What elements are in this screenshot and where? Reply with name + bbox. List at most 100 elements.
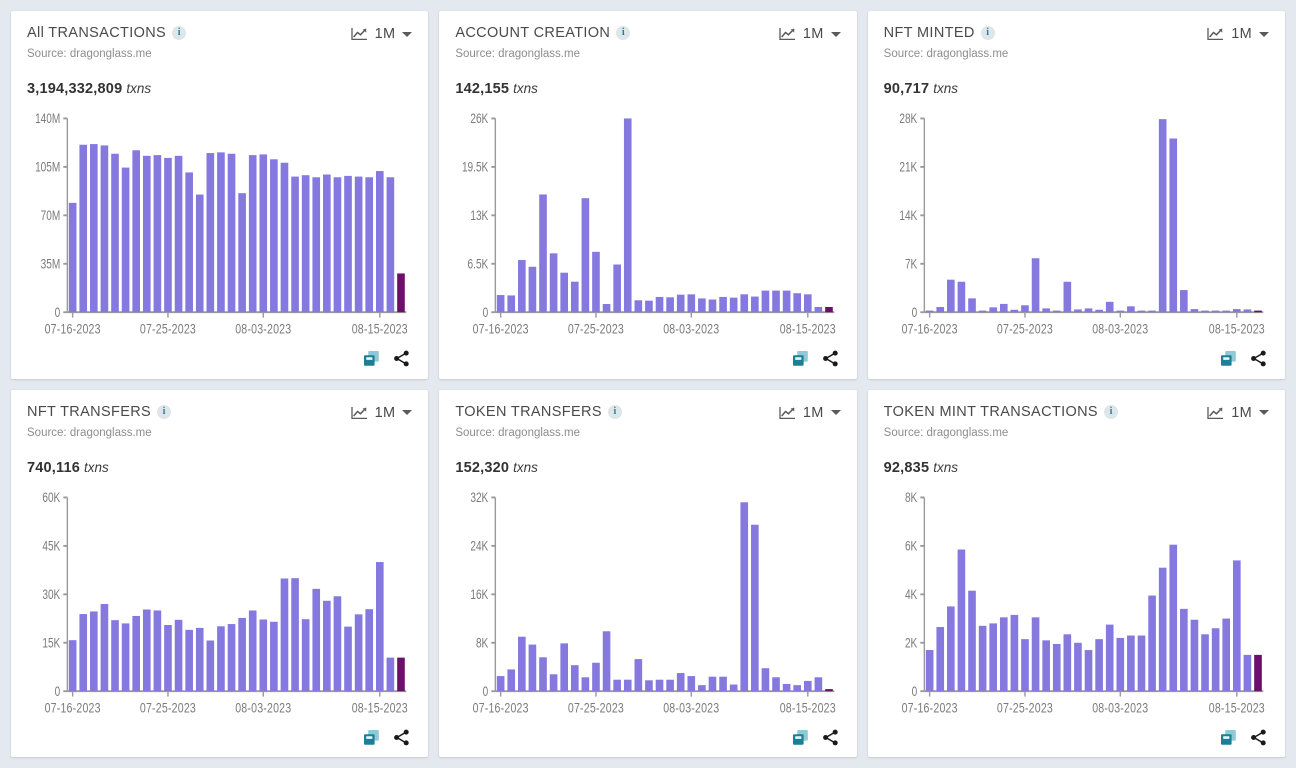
share-icon[interactable]: [822, 729, 839, 746]
chart-bar[interactable]: [989, 307, 997, 313]
copy-icon[interactable]: [363, 350, 380, 367]
chevron-down-icon[interactable]: [1259, 410, 1269, 415]
chart-bar[interactable]: [323, 174, 331, 313]
chart-bar[interactable]: [1042, 639, 1050, 691]
range-selector[interactable]: 1M: [350, 405, 413, 421]
chart-bar[interactable]: [936, 626, 944, 691]
share-icon[interactable]: [1250, 350, 1267, 367]
chart-bar[interactable]: [259, 154, 268, 313]
chart-bar[interactable]: [550, 253, 558, 313]
chart-bar[interactable]: [1158, 119, 1167, 313]
chart-bar[interactable]: [1031, 616, 1040, 691]
chart-bar[interactable]: [1073, 309, 1082, 313]
chart-bar[interactable]: [1094, 309, 1103, 313]
chart-bar[interactable]: [687, 294, 696, 313]
chart-bar[interactable]: [497, 675, 505, 691]
chart-bar[interactable]: [581, 676, 590, 691]
chart-bar[interactable]: [227, 153, 236, 313]
chart-bar[interactable]: [1010, 614, 1018, 691]
chart-bar[interactable]: [528, 644, 537, 691]
chart-bar[interactable]: [634, 300, 643, 313]
chart-bar[interactable]: [386, 177, 395, 313]
range-selector[interactable]: 1M: [779, 405, 841, 421]
chart-bar[interactable]: [603, 630, 611, 691]
copy-icon[interactable]: [792, 350, 809, 367]
chart-bar[interactable]: [814, 306, 823, 313]
chart-bar[interactable]: [550, 673, 558, 691]
chart-bar[interactable]: [772, 676, 781, 691]
chart-bar[interactable]: [100, 145, 109, 313]
chart-bar[interactable]: [301, 618, 310, 691]
range-selector[interactable]: 1M: [350, 26, 413, 42]
chart-bar[interactable]: [518, 260, 526, 313]
chart-bar[interactable]: [397, 657, 405, 691]
chart-bar[interactable]: [1211, 627, 1220, 691]
chart-bar[interactable]: [1222, 618, 1230, 691]
chart-bar[interactable]: [280, 578, 289, 691]
chart-bar[interactable]: [1094, 638, 1103, 691]
chart-bar[interactable]: [238, 617, 246, 691]
chart-bar[interactable]: [624, 679, 632, 691]
copy-icon[interactable]: [1220, 350, 1237, 367]
chart-bar[interactable]: [761, 667, 770, 691]
chart-bar[interactable]: [497, 295, 505, 313]
chart-bar[interactable]: [592, 662, 601, 691]
info-icon[interactable]: i: [616, 26, 631, 40]
share-icon[interactable]: [393, 350, 410, 367]
chart-bar[interactable]: [666, 679, 675, 691]
chart-bar[interactable]: [999, 303, 1008, 313]
chart-bar[interactable]: [1052, 643, 1061, 691]
chart-bar[interactable]: [1243, 654, 1251, 691]
chart-bar[interactable]: [1084, 649, 1092, 691]
chart-bar[interactable]: [142, 609, 151, 691]
chart-bar[interactable]: [291, 176, 299, 313]
chart-bar[interactable]: [957, 281, 965, 313]
chart-bar[interactable]: [804, 294, 812, 313]
chart-bar[interactable]: [185, 172, 193, 313]
chart-bar[interactable]: [740, 501, 749, 691]
chart-bar[interactable]: [761, 290, 770, 313]
chart-bar[interactable]: [751, 296, 759, 313]
chart-bar[interactable]: [90, 144, 98, 313]
chart-bar[interactable]: [1137, 635, 1145, 691]
chart-bar[interactable]: [999, 616, 1008, 691]
chart-bar[interactable]: [666, 297, 675, 313]
chart-bar[interactable]: [1116, 310, 1124, 313]
chart-bar[interactable]: [375, 171, 384, 313]
chart-bar[interactable]: [656, 296, 664, 313]
chart-bar[interactable]: [270, 159, 278, 313]
chart-bar[interactable]: [946, 605, 955, 691]
chart-bar[interactable]: [825, 688, 834, 691]
chart-bar[interactable]: [354, 613, 363, 691]
chart-bar[interactable]: [1020, 638, 1029, 691]
chart-bar[interactable]: [783, 290, 791, 313]
chart-bar[interactable]: [783, 683, 791, 691]
chart-bar[interactable]: [185, 629, 193, 691]
chart-bar[interactable]: [1063, 633, 1071, 691]
chart-bar[interactable]: [248, 155, 257, 313]
chart-bar[interactable]: [195, 194, 204, 313]
chart-bar[interactable]: [1190, 309, 1198, 313]
chart-bar[interactable]: [1042, 308, 1050, 313]
chart-bar[interactable]: [206, 640, 215, 691]
chart-bar[interactable]: [825, 306, 834, 313]
chart-bar[interactable]: [195, 627, 204, 691]
chart-bar[interactable]: [978, 310, 987, 313]
chart-bar[interactable]: [592, 251, 601, 313]
chart-bar[interactable]: [90, 610, 98, 691]
chart-bar[interactable]: [571, 281, 579, 313]
chart-bar[interactable]: [793, 684, 802, 691]
info-icon[interactable]: i: [1103, 404, 1118, 419]
chart-bar[interactable]: [603, 304, 611, 313]
chart-bar[interactable]: [1211, 310, 1220, 313]
info-icon[interactable]: i: [980, 26, 995, 40]
chart-bar[interactable]: [967, 590, 976, 691]
chart-bar[interactable]: [751, 524, 759, 691]
chart-bar[interactable]: [708, 299, 717, 313]
chart-bar[interactable]: [1169, 544, 1177, 691]
chart-bar[interactable]: [68, 639, 77, 691]
chart-bar[interactable]: [375, 561, 384, 691]
chart-bar[interactable]: [164, 157, 172, 313]
range-selector[interactable]: 1M: [779, 26, 841, 42]
chart-bar[interactable]: [132, 150, 141, 313]
